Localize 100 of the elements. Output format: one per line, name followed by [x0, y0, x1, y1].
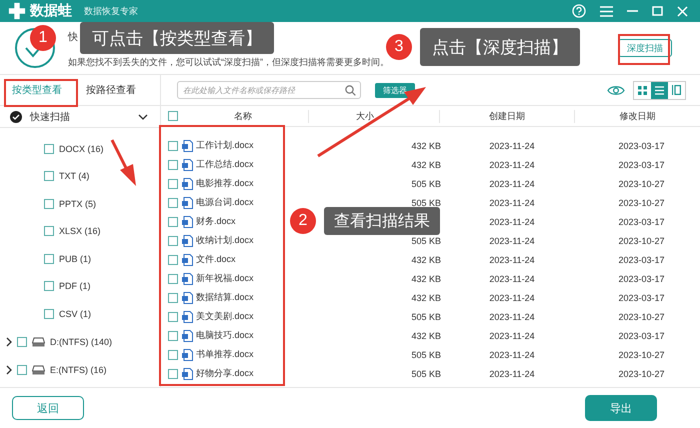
close-icon[interactable] [677, 6, 688, 16]
created-date: 2023-11-24 [489, 254, 535, 264]
file-size: 432 KB [411, 274, 441, 284]
search-field[interactable]: 在此处输入文件名称或保存路径 [177, 81, 361, 99]
column-header[interactable]: 修改日期 [574, 110, 700, 122]
file-name: 好物分享.docx [196, 368, 254, 378]
maximize-icon[interactable] [652, 6, 663, 16]
checkbox[interactable] [17, 336, 27, 346]
row-checkbox[interactable] [168, 292, 178, 302]
created-date: 2023-11-24 [489, 160, 535, 170]
export-button[interactable]: 导出 [585, 395, 657, 421]
created-date: 2023-11-24 [489, 198, 535, 208]
eye-icon[interactable] [607, 84, 625, 96]
document-icon [182, 140, 193, 152]
created-date: 2023-11-24 [489, 312, 535, 322]
back-button[interactable]: 返回 [12, 396, 84, 420]
tree-item[interactable]: 快速扫描 [30, 110, 130, 124]
chevron-icon[interactable] [138, 114, 148, 120]
document-icon [182, 216, 193, 228]
row-checkbox[interactable] [168, 350, 178, 360]
checked-circle-icon[interactable] [10, 110, 22, 122]
search-icon[interactable] [345, 84, 356, 96]
created-date: 2023-11-24 [489, 140, 535, 150]
tree-item[interactable]: PDF (1) [59, 281, 90, 292]
modified-date: 2023-10-27 [618, 312, 665, 322]
document-icon [182, 310, 193, 322]
document-icon [182, 292, 193, 304]
file-size: 432 KB [411, 160, 441, 170]
row-checkbox[interactable] [168, 160, 178, 170]
column-header[interactable]: 大小 [308, 110, 439, 122]
modified-date: 2023-03-17 [618, 216, 665, 226]
modified-date: 2023-10-27 [618, 198, 665, 208]
created-date: 2023-11-24 [489, 292, 535, 302]
tree-item[interactable]: PPTX (5) [59, 198, 96, 209]
file-name: 工作计划.docx [196, 140, 254, 150]
row-checkbox[interactable] [168, 178, 178, 188]
file-size: 432 KB [411, 254, 441, 264]
checkbox[interactable] [44, 171, 54, 182]
checkbox[interactable] [17, 364, 27, 374]
file-size: 505 KB [411, 178, 441, 188]
highlight-frame [618, 34, 670, 65]
row-checkbox[interactable] [168, 140, 178, 150]
modified-date: 2023-10-27 [618, 236, 665, 246]
file-name: 收纳计划.docx [196, 235, 254, 245]
row-checkbox[interactable] [168, 216, 178, 226]
checkbox[interactable] [44, 281, 54, 292]
app-subtitle: 数据恢复专家 [84, 4, 138, 18]
file-size: 505 KB [411, 368, 441, 378]
checkbox[interactable] [44, 198, 54, 209]
checkbox[interactable] [44, 254, 54, 264]
row-checkbox[interactable] [168, 274, 178, 284]
file-name: 电源台词.docx [196, 197, 254, 207]
drive-icon [32, 364, 45, 374]
file-name: 新年祝福.docx [196, 273, 254, 283]
callout-bubble: 点击【深度扫描】 [420, 28, 580, 66]
file-size: 432 KB [411, 330, 441, 340]
row-checkbox[interactable] [168, 254, 178, 264]
tree-item[interactable]: TXT (4) [59, 171, 90, 182]
callout-bubble: 查看扫描结果 [324, 207, 440, 235]
row-checkbox[interactable] [168, 330, 178, 340]
tree-item[interactable]: D:(NTFS) (140) [50, 336, 112, 346]
list-icon [655, 86, 664, 94]
tree-item[interactable]: XLSX (16) [59, 226, 101, 236]
view-tab[interactable]: 按路径查看 [74, 75, 148, 105]
file-size: 432 KB [411, 292, 441, 302]
deep-scan-button[interactable]: 深度扫描 [618, 39, 672, 57]
document-icon [182, 158, 193, 170]
document-icon [182, 254, 193, 266]
step-number-badge: 1 [30, 25, 56, 51]
row-checkbox[interactable] [168, 236, 178, 246]
modified-date: 2023-03-17 [618, 330, 665, 340]
minimize-icon[interactable] [627, 10, 638, 12]
menu-icon[interactable] [600, 6, 613, 16]
select-all-checkbox[interactable] [168, 111, 178, 121]
checkbox[interactable] [44, 144, 54, 154]
file-name: 书单推荐.docx [196, 349, 254, 359]
chevron-right-icon[interactable] [6, 364, 12, 374]
tree-item[interactable]: CSV (1) [59, 308, 92, 319]
checkbox[interactable] [44, 226, 54, 236]
file-name: 电脑技巧.docx [196, 330, 254, 340]
tree-item[interactable]: E:(NTFS) (16) [50, 364, 107, 374]
list-view-button[interactable] [651, 82, 668, 98]
view-tab[interactable]: 按类型查看 [0, 75, 74, 105]
column-header[interactable]: 名称 [178, 110, 308, 122]
column-header[interactable]: 创建日期 [439, 110, 574, 122]
created-date: 2023-11-24 [489, 368, 535, 378]
tree-item[interactable]: PUB (1) [59, 254, 92, 264]
row-checkbox[interactable] [168, 368, 178, 378]
scan-description: 如果您找不到丢失的文件，您可以试试“深度扫描”，但深度扫描将需要更多时间。 [68, 56, 389, 68]
modified-date: 2023-10-27 [618, 368, 665, 378]
filter-button[interactable]: 筛选器 [375, 82, 415, 98]
tree-item[interactable]: DOCX (16) [59, 144, 104, 154]
file-size: 505 KB [411, 236, 441, 246]
file-name: 工作总结.docx [196, 159, 254, 169]
chevron-right-icon[interactable] [6, 336, 12, 346]
row-checkbox[interactable] [168, 312, 178, 322]
file-size: 505 KB [411, 350, 441, 360]
help-icon[interactable] [572, 4, 586, 18]
checkbox[interactable] [44, 308, 54, 319]
row-checkbox[interactable] [168, 198, 178, 208]
